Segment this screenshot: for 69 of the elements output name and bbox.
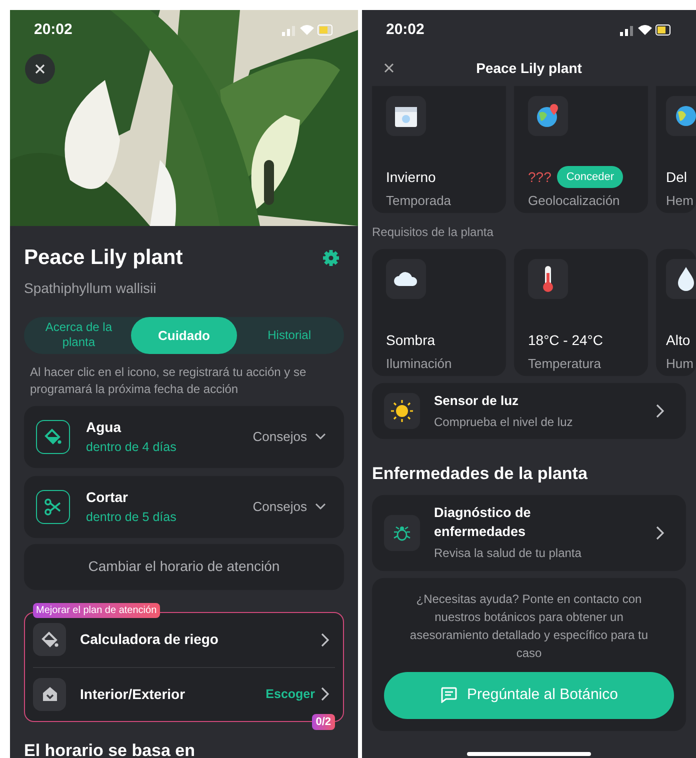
status-time: 20:02 (34, 20, 72, 40)
card-label: Temperatura (528, 355, 602, 373)
hint-text: Al hacer clic en el icono, se registrará tu acción y se programará la próxima fecha de acción (29, 364, 308, 398)
progress-counter: 0/2 (312, 714, 335, 730)
diagnosis-title: Diagnóstico de enfermedades (434, 504, 532, 541)
scientific-name: Spathiphyllum wallisii (24, 278, 158, 298)
sensor-title: Sensor de luz (434, 392, 520, 410)
card-value: Alto (666, 330, 690, 350)
diagnosis-subtitle: Revisa la salud de tu planta (434, 545, 582, 562)
thermometer-icon (541, 265, 555, 293)
card-value: ??? (528, 168, 552, 186)
task-due: dentro de 4 días (86, 438, 178, 456)
task-icon-tile[interactable] (36, 420, 70, 454)
card-value: Del (666, 168, 688, 186)
globe-icon (673, 103, 696, 129)
scissors-icon (44, 498, 62, 516)
tab[interactable]: Historial (236, 316, 342, 354)
chevron-right-icon (656, 526, 664, 540)
task-title: Agua (86, 418, 122, 437)
chevron-right-icon (321, 687, 329, 701)
chevron-right-icon (321, 632, 329, 646)
card-value: 18°C - 24°C (528, 330, 604, 350)
bug-icon (393, 524, 411, 542)
chevron-down-icon (315, 503, 326, 510)
tips-dropdown[interactable]: Consejos (252, 426, 326, 446)
close-icon[interactable] (384, 63, 394, 73)
drop-icon (676, 266, 696, 292)
plant-title: Peace Lily plant (24, 245, 183, 271)
chat-icon (440, 687, 458, 703)
care-task-card[interactable]: Cortar dentro de 5 días Consejos (24, 476, 344, 538)
section-heading: Enfermedades de la planta (371, 463, 588, 485)
task-title: Cortar (86, 488, 130, 507)
house-icon (40, 685, 58, 703)
chevron-down-icon (315, 433, 326, 440)
card-label: Iluminación (386, 355, 453, 373)
diagnosis-card[interactable]: Diagnóstico de enfermedades Revisa la salud de tu planta (372, 494, 686, 570)
header-title: Peace Lily plant (476, 58, 582, 78)
card-label: Hem (666, 192, 694, 210)
sensor-subtitle: Comprueba el nivel de luz (434, 414, 574, 432)
settings-icon[interactable] (322, 248, 340, 267)
close-icon (35, 64, 45, 74)
tips-dropdown[interactable]: Consejos (252, 496, 326, 516)
cloud-icon (393, 269, 419, 289)
section-heading: El horario se basa en (24, 740, 196, 758)
chevron-right-icon (656, 404, 664, 418)
help-text: ¿Necesitas ayuda? Ponte en contacto con nuestros botánicos para obtener un asesoramiento detallado y específico para tu caso (408, 590, 650, 662)
row-label: Interior/Exterior (80, 684, 186, 704)
upgrade-badge: Mejorar el plan de atención (33, 602, 160, 618)
row-label: Calculadora de riego (80, 630, 220, 649)
status-time: 20:02 (386, 20, 424, 40)
choose-link[interactable]: Escoger (266, 684, 315, 704)
card-value: Invierno (386, 168, 436, 186)
task-due: dentro de 5 días (86, 508, 178, 526)
tab[interactable]: Acerca de la planta (26, 316, 132, 354)
task-icon-tile[interactable] (36, 490, 70, 524)
status-icons (620, 24, 672, 36)
section-label: Requisitos de la planta (371, 224, 494, 241)
card-label: Temporada (386, 192, 452, 210)
card-label: Hum (666, 355, 694, 373)
status-icons (282, 24, 334, 36)
change-schedule-button[interactable]: Cambiar el horario de atención (24, 544, 344, 590)
light-sensor-card[interactable]: Sensor de luz Comprueba el nivel de luz (372, 383, 686, 439)
card-label: Geolocalización (528, 192, 621, 210)
bucket-icon (44, 428, 62, 446)
bucket-icon (40, 630, 58, 648)
card-value: Sombra (386, 330, 436, 350)
globe-pin-icon (535, 103, 561, 129)
care-task-card[interactable]: Agua dentro de 4 días Consejos (24, 406, 344, 468)
sun-icon (391, 400, 413, 422)
